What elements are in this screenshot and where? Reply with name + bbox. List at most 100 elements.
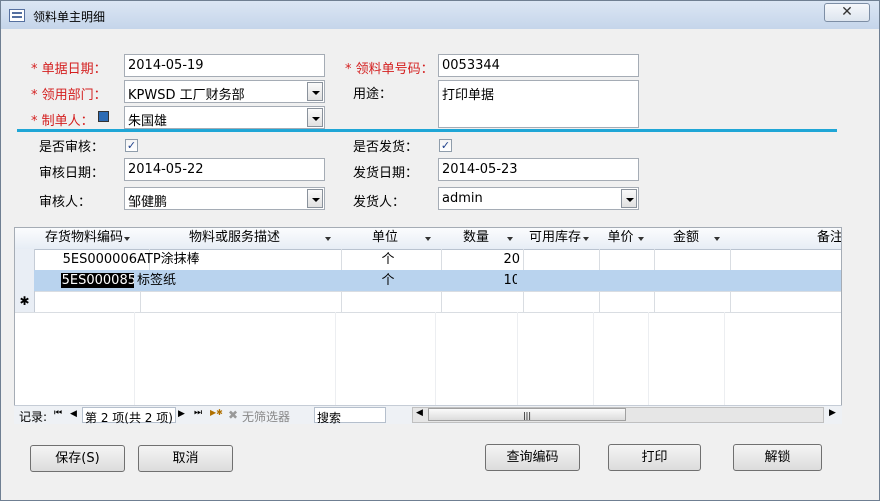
col-header-qty[interactable]: 数量 [435, 228, 518, 250]
cell-price[interactable] [593, 270, 655, 292]
cell-stock[interactable] [517, 249, 600, 271]
grid-line [593, 312, 594, 406]
sort-arrow-icon[interactable] [124, 237, 130, 241]
audit-date-field[interactable]: 2014-05-22 [124, 158, 325, 181]
cell-code-selected[interactable]: 5ES000085 [34, 270, 150, 292]
col-header-code-text: 存货物料编码 [44, 230, 123, 245]
col-header-stock[interactable]: 可用库存 [517, 228, 594, 250]
cell-qty[interactable]: 10 [435, 270, 524, 292]
cell-stock-new[interactable] [517, 291, 600, 313]
col-header-price[interactable]: 单价 [593, 228, 649, 250]
cell-unit[interactable]: 个 [335, 270, 442, 292]
cell-desc[interactable]: ATP涂抹棒 [134, 249, 342, 271]
grid-line [724, 312, 725, 406]
first-record-icon[interactable]: ⏮ [54, 408, 62, 418]
col-header-code[interactable]: 存货物料编码 [34, 228, 135, 250]
shipper-dropdown-icon[interactable] [621, 189, 637, 208]
auditor-dropdown-icon[interactable] [307, 189, 323, 208]
select-all-corner[interactable] [15, 228, 35, 250]
cell-code-highlight: 5ES000085 [60, 273, 137, 288]
scroll-right-icon[interactable]: ▶ [829, 408, 836, 418]
doc-no-field[interactable]: 0053344 [438, 54, 639, 77]
sort-arrow-icon[interactable] [325, 237, 331, 241]
dept-label: * 领用部门： [31, 88, 107, 103]
filter-status[interactable]: 无筛选器 [242, 408, 290, 425]
no-filter-icon[interactable]: ✖ [228, 408, 238, 422]
purpose-field[interactable]: 打印单据 [438, 80, 639, 128]
sort-arrow-icon[interactable] [638, 237, 644, 241]
print-button[interactable]: 打印 [608, 444, 701, 471]
col-header-qty-text: 数量 [462, 230, 489, 245]
auditor-label: 审核人： [39, 195, 92, 210]
section-divider [17, 129, 837, 132]
auditor-combo[interactable]: 邹健鹏 [124, 187, 325, 210]
cell-amount[interactable] [648, 270, 731, 292]
col-header-stock-text: 可用库存 [528, 230, 581, 245]
audit-date-label: 审核日期： [39, 166, 105, 181]
col-header-note[interactable]: 备注 [724, 228, 841, 250]
shipped-label: 是否发货： [353, 140, 419, 155]
dept-dropdown-icon[interactable] [307, 82, 323, 101]
scroll-left-icon[interactable]: ◀ [416, 408, 423, 418]
sort-arrow-icon[interactable] [583, 237, 589, 241]
detail-datasheet: 存货物料编码 物料或服务描述 单位 数量 可用库存 单价 金额 备注 5ES00… [14, 227, 842, 424]
new-record-icon[interactable]: ▶✱ [210, 408, 223, 417]
grid-line [335, 312, 336, 406]
row-selector[interactable] [15, 270, 35, 292]
shipped-checkbox[interactable]: ✓ [439, 139, 452, 152]
col-header-amount[interactable]: 金额 [648, 228, 725, 250]
cell-note-new[interactable] [724, 291, 841, 313]
search-box[interactable]: 搜索 [314, 407, 386, 425]
shipper-value: admin [442, 191, 483, 206]
cell-price[interactable] [593, 249, 655, 271]
cell-qty-new[interactable] [435, 291, 524, 313]
window-title: 领料单主明细 [33, 10, 106, 24]
form-window: 领料单主明细 ✕ * 单据日期： 2014-05-19 * 领料单号码： 005… [0, 0, 880, 501]
cell-desc-new[interactable] [134, 291, 342, 313]
cell-amount-new[interactable] [648, 291, 731, 313]
cell-amount[interactable] [648, 249, 731, 271]
grid-line [517, 312, 518, 406]
new-row-selector[interactable]: ✱ [15, 291, 35, 313]
sort-arrow-icon[interactable] [714, 237, 720, 241]
sort-arrow-icon[interactable] [425, 237, 431, 241]
maker-label: * 制单人： [31, 114, 94, 129]
cell-note[interactable] [724, 270, 841, 292]
cell-unit-new[interactable] [335, 291, 442, 313]
ship-date-field[interactable]: 2014-05-23 [438, 158, 639, 181]
cell-price-new[interactable] [593, 291, 655, 313]
shipper-combo[interactable]: admin [438, 187, 639, 210]
record-position[interactable]: 第 2 项(共 2 项) [82, 407, 176, 425]
audited-checkbox[interactable]: ✓ [125, 139, 138, 152]
prev-record-icon[interactable]: ◀ [70, 409, 77, 419]
doc-date-field[interactable]: 2014-05-19 [124, 54, 325, 77]
cell-code[interactable]: 5ES000006 [34, 249, 150, 271]
sort-arrow-icon[interactable] [507, 237, 513, 241]
save-button[interactable]: 保存(S) [30, 445, 125, 472]
col-header-desc-text: 物料或服务描述 [188, 230, 280, 245]
cell-note[interactable] [724, 249, 841, 271]
title-bar: 领料单主明细 ✕ [1, 1, 879, 29]
cell-qty[interactable]: 20 [435, 249, 524, 271]
grid-line [134, 312, 135, 406]
cancel-button[interactable]: 取消 [138, 445, 233, 472]
col-header-desc[interactable]: 物料或服务描述 [134, 228, 336, 250]
dept-combo[interactable]: KPWSD 工厂财务部 [124, 80, 325, 103]
cell-code-new[interactable] [34, 291, 141, 313]
cell-stock[interactable] [517, 270, 600, 292]
scroll-thumb[interactable]: ||| [428, 408, 626, 421]
col-header-price-text: 单价 [607, 230, 634, 245]
auditor-value: 邹健鹏 [128, 195, 168, 210]
query-code-button[interactable]: 查询编码 [485, 444, 580, 471]
close-button[interactable]: ✕ [824, 3, 870, 22]
cell-unit[interactable]: 个 [335, 249, 442, 271]
maker-dropdown-icon[interactable] [307, 108, 323, 127]
unlock-button[interactable]: 解锁 [733, 444, 822, 471]
maker-combo[interactable]: 朱国雄 [124, 106, 325, 129]
next-record-icon[interactable]: ▶ [178, 409, 185, 419]
row-selector[interactable] [15, 249, 35, 271]
cell-desc[interactable]: 标签纸 [134, 270, 342, 292]
last-record-icon[interactable]: ⏭ [194, 408, 202, 418]
col-header-unit[interactable]: 单位 [335, 228, 436, 250]
audited-label: 是否审核： [39, 140, 105, 155]
